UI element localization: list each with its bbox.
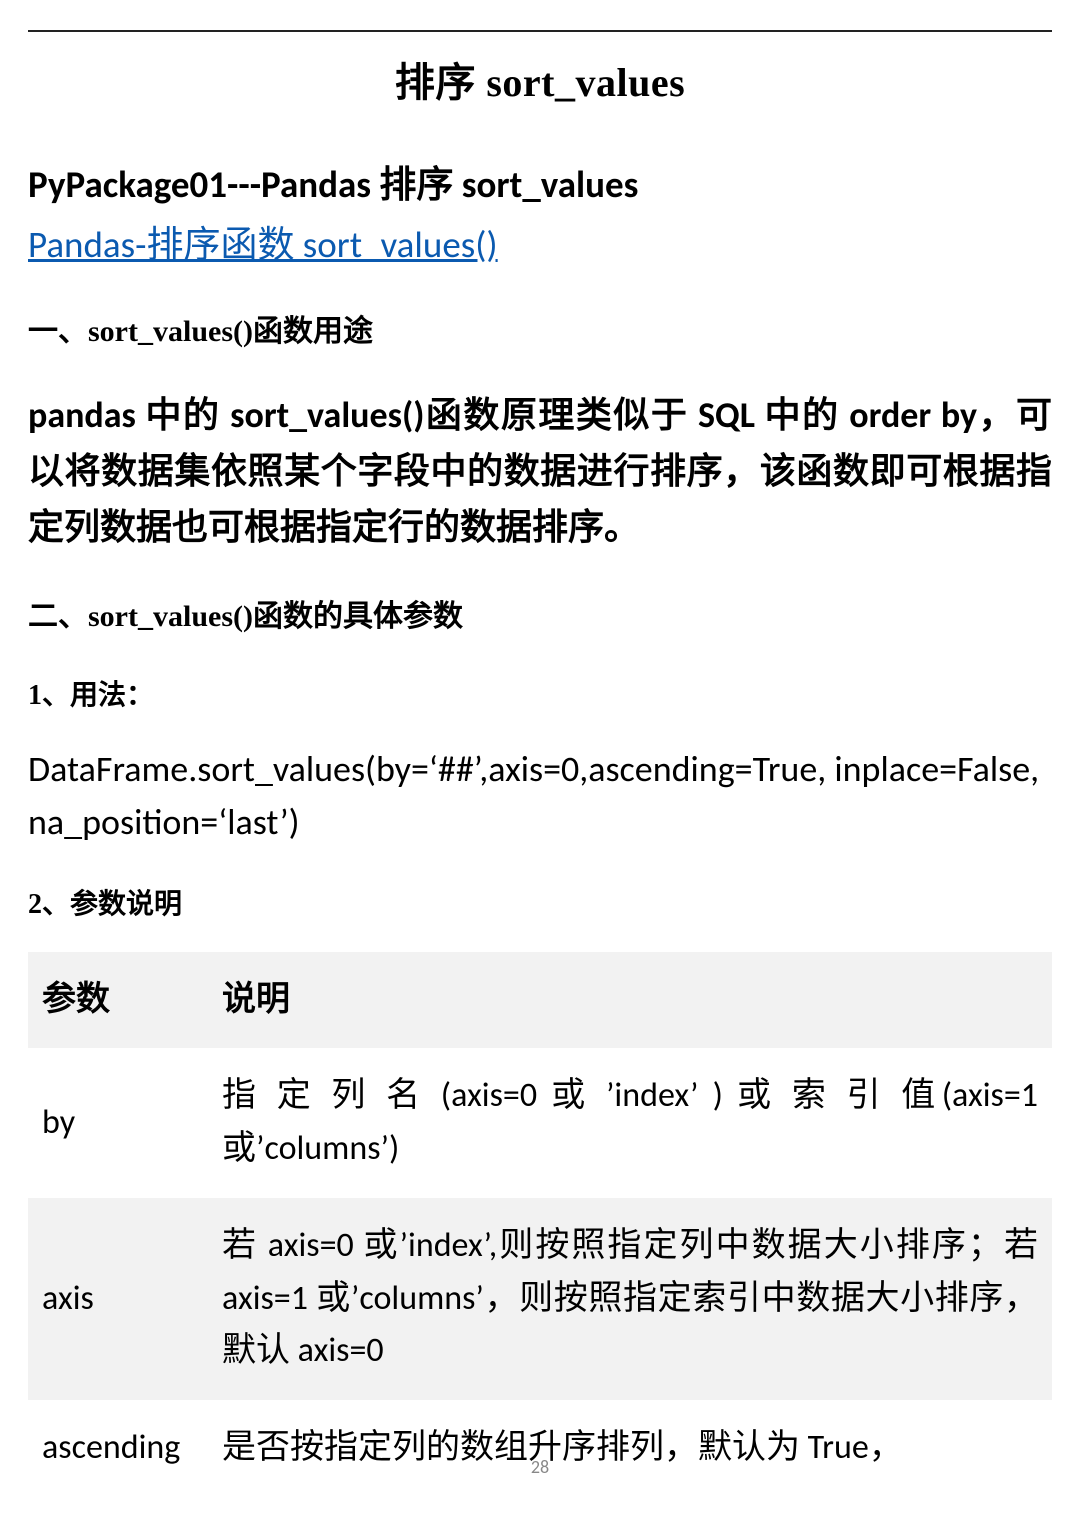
- param-cell: by: [28, 1048, 208, 1197]
- table-header-row: 参数 说明: [28, 952, 1052, 1049]
- desc-cell: 若 axis=0 或’index’,则按照指定列中数据大小排序；若 axis=1…: [208, 1198, 1052, 1400]
- article-heading: PyPackage01---Pandas 排序 sort_values: [28, 154, 1052, 208]
- param-cell: axis: [28, 1198, 208, 1400]
- header-desc: 说明: [208, 952, 1052, 1049]
- top-divider: [28, 30, 1052, 32]
- page-number: 28: [0, 1456, 1080, 1478]
- header-param: 参数: [28, 952, 208, 1049]
- desc-cell: 指 定 列 名 (axis=0 或 ’index’ ) 或 索 引 值(axis…: [208, 1048, 1052, 1197]
- params-subheading: 2、参数说明: [28, 882, 1052, 922]
- page-title: 排序 sort_values: [28, 50, 1052, 108]
- usage-subheading: 1、用法：: [28, 673, 1052, 713]
- table-row: ascending 是否按指定列的数组升序排列，默认为 True，: [28, 1400, 1052, 1497]
- source-link[interactable]: Pandas-排序函数 sort_values(): [28, 214, 498, 268]
- section-2-heading: 二、sort_values()函数的具体参数: [28, 591, 1052, 635]
- section-1-heading: 一、sort_values()函数用途: [28, 306, 1052, 350]
- params-table: 参数 说明 by 指 定 列 名 (axis=0 或 ’index’ ) 或 索…: [28, 952, 1052, 1497]
- table-row: axis 若 axis=0 或’index’,则按照指定列中数据大小排序；若 a…: [28, 1198, 1052, 1400]
- table-row: by 指 定 列 名 (axis=0 或 ’index’ ) 或 索 引 值(a…: [28, 1048, 1052, 1197]
- section-1-body: pandas 中的 sort_values()函数原理类似于 SQL 中的 or…: [28, 388, 1052, 555]
- usage-code: DataFrame.sort_values(by=‘##’,axis=0,asc…: [28, 743, 1052, 847]
- param-cell: ascending: [28, 1400, 208, 1497]
- desc-cell: 是否按指定列的数组升序排列，默认为 True，: [208, 1400, 1052, 1497]
